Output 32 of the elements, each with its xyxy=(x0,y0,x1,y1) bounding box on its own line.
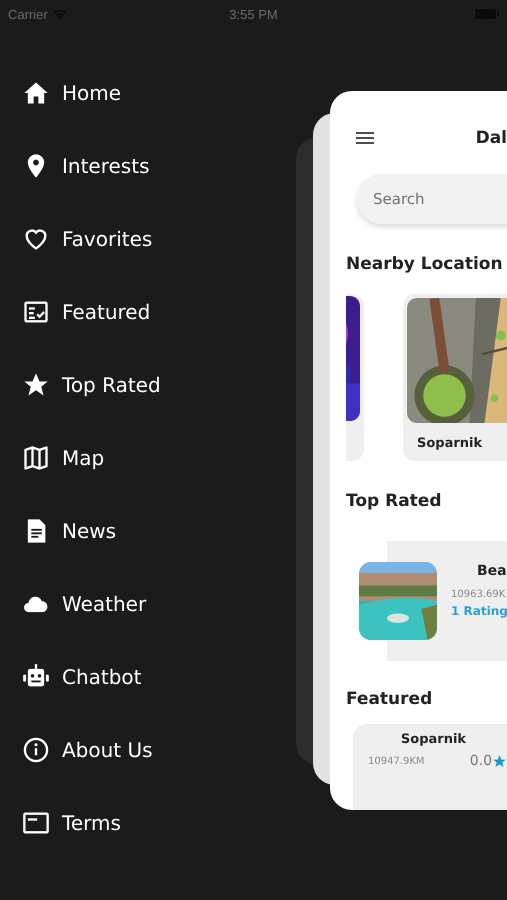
menu-item[interactable]: Chatbot xyxy=(22,662,252,692)
menu-item[interactable]: Featured xyxy=(22,297,252,327)
section-title: Nearby Location xyxy=(345,254,504,274)
menu-item[interactable]: News xyxy=(22,516,252,546)
rating-value: 0.0 xyxy=(470,753,492,769)
location-name: Bea xyxy=(476,563,507,579)
menu-icon[interactable] xyxy=(356,131,374,145)
menu-item[interactable]: Map xyxy=(22,443,252,473)
section-title: Featured xyxy=(345,689,434,709)
menu-item[interactable]: Interests xyxy=(22,151,252,181)
location-card[interactable]: Soparnik xyxy=(403,294,507,461)
location-name: Soparnik xyxy=(417,436,484,451)
menu-item[interactable]: Favorites xyxy=(22,224,252,254)
menu-item-icon xyxy=(22,444,50,472)
star-icon xyxy=(492,754,507,768)
menu-item-icon xyxy=(22,736,50,764)
screen-title: Dal xyxy=(476,128,507,148)
carrier-label: Carrier xyxy=(8,6,48,22)
menu-item[interactable]: Terms xyxy=(22,808,252,838)
featured-card[interactable]: Soparnik 10947.9KM 0.0 xyxy=(353,724,507,810)
search-field[interactable]: Search xyxy=(357,174,507,224)
menu-item[interactable]: Home xyxy=(22,78,252,108)
location-name: Soparnik xyxy=(400,732,468,747)
section-title: Top Rated xyxy=(345,491,442,511)
distance-label: 10963.69K xyxy=(451,589,506,600)
status-time: 3:55 PM xyxy=(228,6,279,22)
menu-item[interactable]: Weather xyxy=(22,589,252,619)
top-rated-card[interactable]: Bea 10963.69K 1 Rating xyxy=(359,541,507,661)
menu-item[interactable]: Top Rated xyxy=(22,370,252,400)
menu-item[interactable]: About Us xyxy=(22,735,252,765)
location-card[interactable] xyxy=(346,294,364,461)
distance-label: 10947.9KM xyxy=(368,756,426,766)
